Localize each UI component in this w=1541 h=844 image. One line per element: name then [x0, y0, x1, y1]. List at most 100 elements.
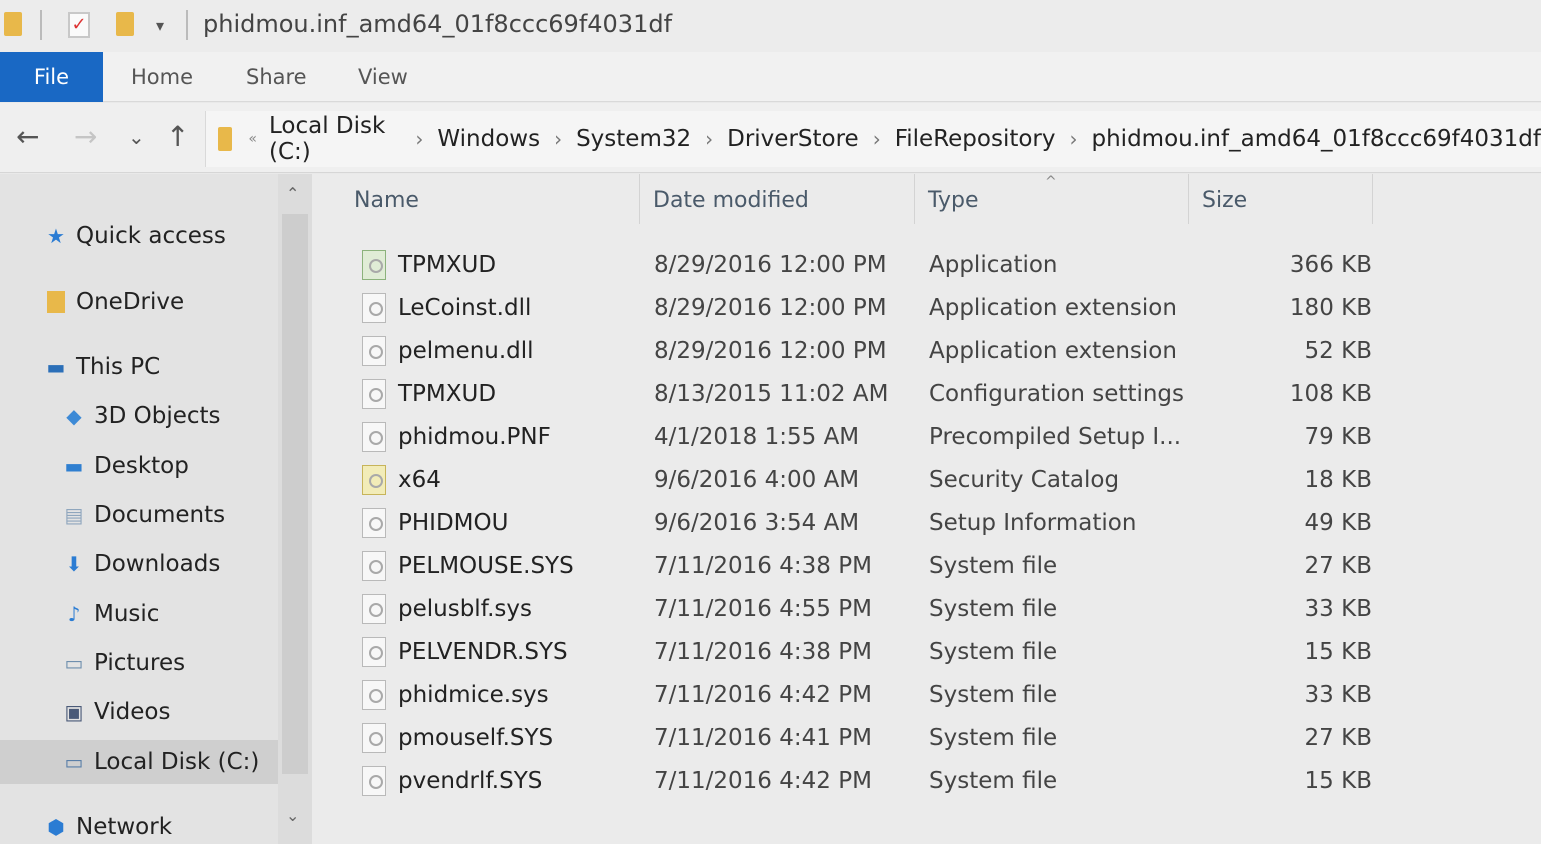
sidebar-item-label: This PC [76, 354, 161, 380]
system-file-icon [362, 551, 386, 581]
new-folder-icon[interactable] [116, 12, 134, 36]
file-row[interactable]: LeCoinst.dll 8/29/2016 12:00 PM Applicat… [352, 287, 1372, 330]
breadcrumb-windows[interactable]: Windows [437, 126, 540, 152]
ribbon-tabs: File Home Share View [0, 52, 1541, 102]
breadcrumb-system32[interactable]: System32 [576, 126, 691, 152]
tab-share[interactable]: Share [230, 52, 323, 102]
sidebar-item-label: Network [76, 814, 173, 840]
file-row[interactable]: phidmou.PNF 4/1/2018 1:55 AM Precompiled… [352, 416, 1372, 459]
system-file-icon [362, 637, 386, 667]
tab-file[interactable]: File [0, 52, 103, 102]
file-row[interactable]: phidmice.sys 7/11/2016 4:42 PM System fi… [352, 674, 1372, 717]
sidebar-item-music[interactable]: ♪ Music [62, 592, 160, 636]
sidebar-item-local-disk[interactable]: ▭ Local Disk (C:) [0, 740, 278, 784]
file-name: PELVENDR.SYS [398, 639, 568, 665]
file-size: 49 KB [1304, 510, 1372, 536]
file-date: 7/11/2016 4:41 PM [654, 725, 872, 751]
file-row[interactable]: PELMOUSE.SYS 7/11/2016 4:38 PM System fi… [352, 545, 1372, 588]
column-header-size[interactable]: Size [1202, 188, 1247, 213]
pc-icon: ▬ [46, 355, 66, 379]
navigation-scrollbar[interactable]: ⌃ ⌄ [278, 174, 312, 844]
file-row[interactable]: PELVENDR.SYS 7/11/2016 4:38 PM System fi… [352, 631, 1372, 674]
sidebar-item-network[interactable]: ⬢ Network [44, 805, 172, 844]
scrollbar-thumb[interactable] [282, 214, 308, 774]
file-name: phidmice.sys [398, 682, 549, 708]
title-bar: ✓ ▾ phidmou.inf_amd64_01f8ccc69f4031df [0, 0, 1541, 52]
sidebar-item-label: Local Disk (C:) [94, 749, 260, 775]
file-row[interactable]: pmouself.SYS 7/11/2016 4:41 PM System fi… [352, 717, 1372, 760]
chevron-right-icon[interactable]: › [873, 127, 881, 151]
breadcrumb-driverstore[interactable]: DriverStore [727, 126, 859, 152]
sidebar-item-label: Documents [94, 502, 226, 528]
file-row[interactable]: pelusblf.sys 7/11/2016 4:55 PM System fi… [352, 588, 1372, 631]
file-size: 180 KB [1289, 295, 1372, 321]
file-date: 7/11/2016 4:42 PM [654, 682, 872, 708]
sidebar-item-quick-access[interactable]: ★ Quick access [44, 214, 226, 258]
file-size: 15 KB [1304, 768, 1372, 794]
customize-toolbar-icon[interactable]: ▾ [156, 16, 164, 35]
network-icon: ⬢ [47, 815, 65, 839]
sidebar-item-downloads[interactable]: ⬇ Downloads [62, 542, 221, 586]
sidebar-item-this-pc[interactable]: ▬ This PC [44, 345, 161, 389]
up-button[interactable]: ↑ [166, 119, 189, 155]
sidebar-item-documents[interactable]: ▤ Documents [62, 493, 226, 537]
file-type: Application [929, 252, 1058, 278]
scroll-down-icon[interactable]: ⌄ [286, 806, 299, 825]
system-file-icon [362, 766, 386, 796]
recent-locations-button[interactable]: ⌄ [128, 119, 145, 155]
file-row[interactable]: PHIDMOU 9/6/2016 3:54 AM Setup Informati… [352, 502, 1372, 545]
file-row[interactable]: TPMXUD 8/13/2015 11:02 AM Configuration … [352, 373, 1372, 416]
forward-button[interactable]: → [74, 119, 97, 155]
chevron-right-icon[interactable]: › [554, 127, 562, 151]
properties-icon[interactable]: ✓ [68, 12, 90, 38]
sidebar-item-onedrive[interactable]: OneDrive [44, 280, 184, 324]
sidebar-item-desktop[interactable]: ▬ Desktop [62, 444, 189, 488]
tab-view[interactable]: View [342, 52, 424, 102]
file-date: 7/11/2016 4:42 PM [654, 768, 872, 794]
system-file-icon [362, 594, 386, 624]
file-name: x64 [398, 467, 441, 493]
navigation-pane: ★ Quick access OneDrive ▬ This PC ◆ 3D O… [0, 174, 278, 844]
address-overflow-icon[interactable]: « [248, 131, 257, 147]
breadcrumb-local-disk[interactable]: Local Disk (C:) [269, 113, 401, 165]
pnf-icon [362, 422, 386, 452]
sidebar-item-3d-objects[interactable]: ◆ 3D Objects [62, 394, 220, 438]
column-header-date[interactable]: Date modified [653, 188, 809, 213]
breadcrumb-filerepository[interactable]: FileRepository [895, 126, 1056, 152]
column-header-type[interactable]: Type [928, 188, 979, 213]
pictures-icon: ▭ [64, 651, 84, 675]
tab-home[interactable]: Home [115, 52, 209, 102]
breadcrumb-current-folder[interactable]: phidmou.inf_amd64_01f8ccc69f4031df [1092, 126, 1541, 152]
chevron-right-icon[interactable]: › [705, 127, 713, 151]
chevron-right-icon[interactable]: › [415, 127, 423, 151]
file-row[interactable]: x64 9/6/2016 4:00 AM Security Catalog 18… [352, 459, 1372, 502]
column-separator[interactable] [914, 174, 915, 224]
sidebar-item-videos[interactable]: ▣ Videos [62, 690, 171, 734]
system-file-icon [362, 723, 386, 753]
chevron-right-icon[interactable]: › [1070, 127, 1078, 151]
file-list: Name Date modified Type ^ Size TPMXUD 8/… [312, 174, 1541, 844]
address-bar[interactable]: « Local Disk (C:) › Windows › System32 ›… [205, 111, 1541, 167]
scroll-up-icon[interactable]: ⌃ [286, 184, 299, 203]
file-name: pelusblf.sys [398, 596, 533, 622]
file-type: Configuration settings [929, 381, 1185, 407]
column-separator[interactable] [1188, 174, 1189, 224]
sidebar-item-label: Desktop [94, 453, 189, 479]
back-button[interactable]: ← [16, 119, 39, 155]
star-icon: ★ [47, 224, 65, 248]
documents-icon: ▤ [64, 503, 84, 527]
file-row[interactable]: pvendrlf.SYS 7/11/2016 4:42 PM System fi… [352, 760, 1372, 803]
3d-objects-icon: ◆ [66, 404, 82, 428]
file-type: System file [929, 768, 1058, 794]
sidebar-item-pictures[interactable]: ▭ Pictures [62, 641, 186, 685]
qa-separator [186, 10, 188, 40]
column-separator[interactable] [639, 174, 640, 224]
file-type: Setup Information [929, 510, 1137, 536]
column-header-name[interactable]: Name [354, 188, 419, 213]
file-name: pvendrlf.SYS [398, 768, 543, 794]
file-size: 79 KB [1304, 424, 1372, 450]
file-row[interactable]: pelmenu.dll 8/29/2016 12:00 PM Applicati… [352, 330, 1372, 373]
column-separator[interactable] [1372, 174, 1373, 224]
file-size: 18 KB [1304, 467, 1372, 493]
file-row[interactable]: TPMXUD 8/29/2016 12:00 PM Application 36… [352, 244, 1372, 287]
